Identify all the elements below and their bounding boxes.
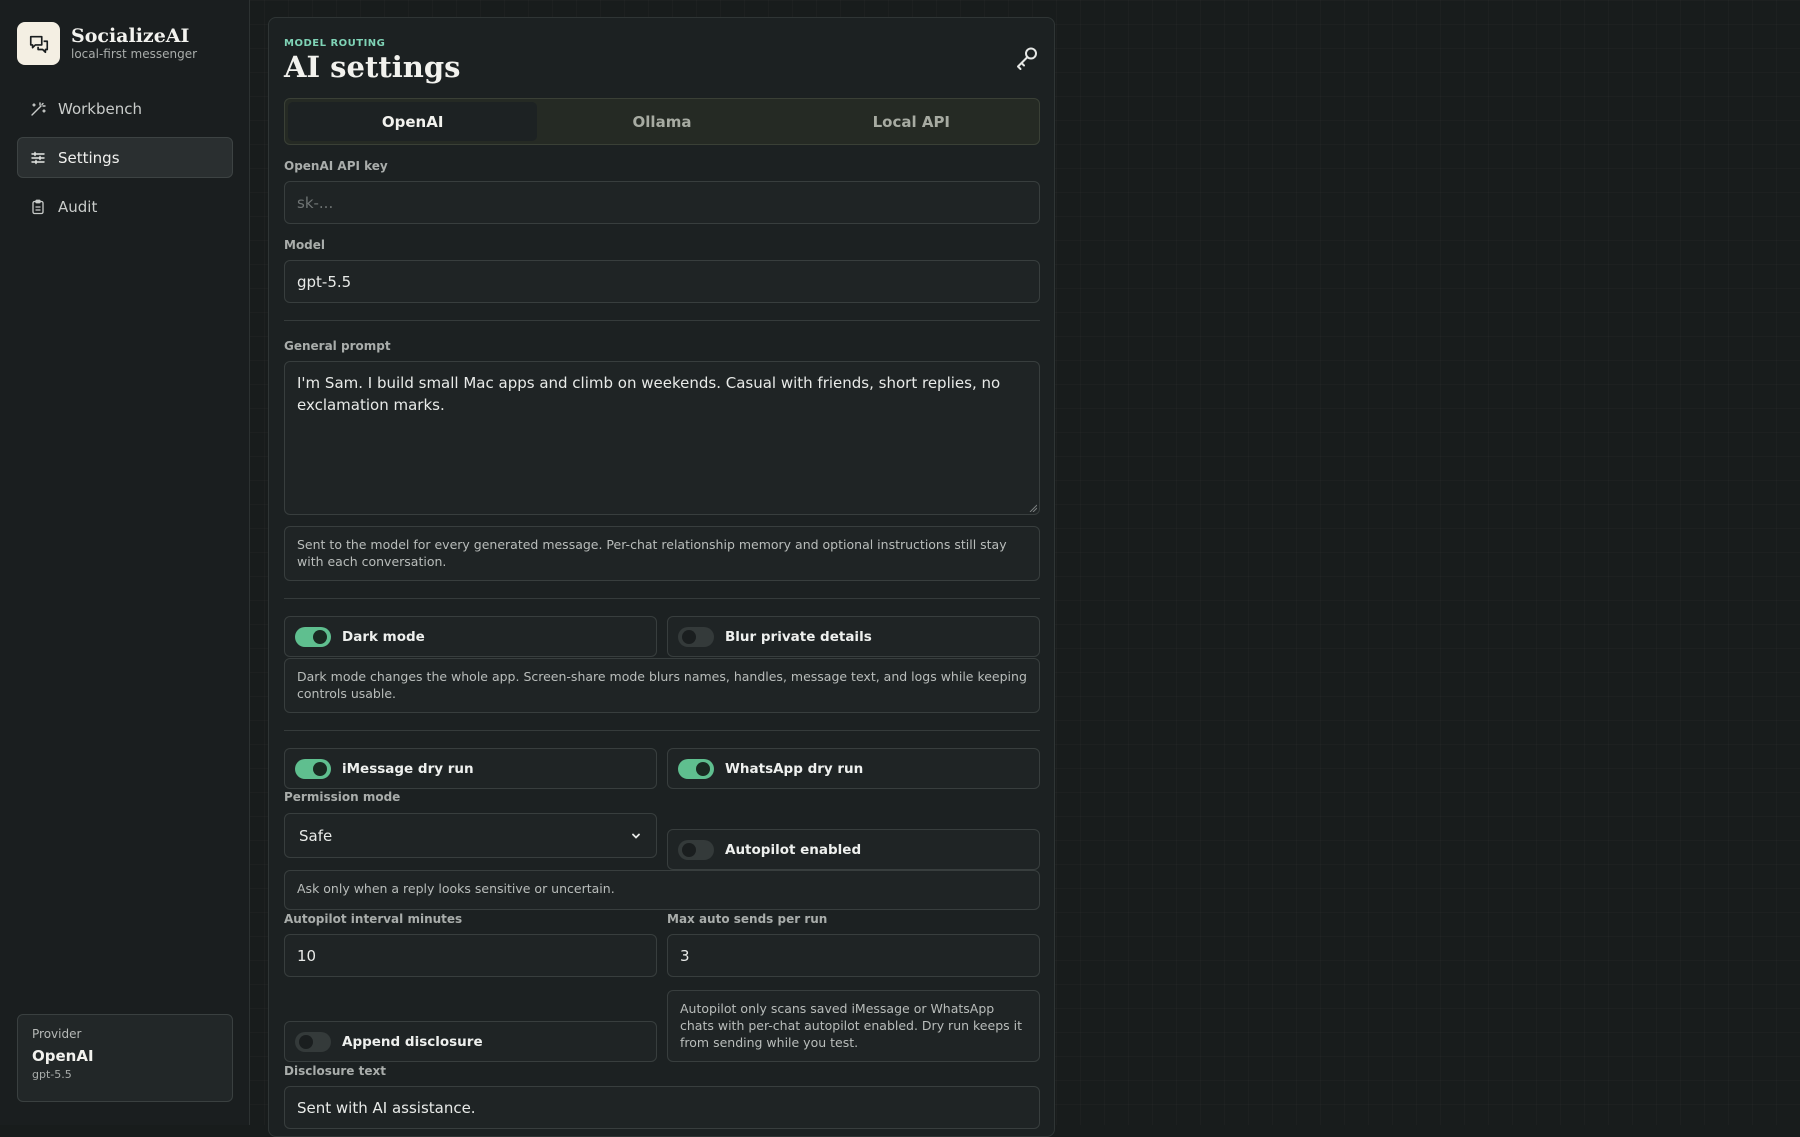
imessage-dry-run-switch[interactable] <box>295 758 331 779</box>
app-name: SocializeAI <box>71 25 190 47</box>
divider <box>284 320 1040 321</box>
brand: SocializeAI local-first messenger <box>17 22 197 65</box>
permission-mode-label: Permission mode <box>284 790 401 804</box>
blur-private-toggle[interactable]: Blur private details <box>667 616 1040 657</box>
dark-mode-label: Dark mode <box>342 628 425 645</box>
blur-private-switch[interactable] <box>678 626 714 647</box>
tab-ollama[interactable]: Ollama <box>537 102 786 141</box>
provider-card: Provider OpenAI gpt-5.5 <box>17 1014 233 1102</box>
dark-mode-toggle[interactable]: Dark mode <box>284 616 657 657</box>
sidebar-item-workbench[interactable]: Workbench <box>17 88 233 129</box>
blur-private-label: Blur private details <box>725 628 872 645</box>
display-note: Dark mode changes the whole app. Screen-… <box>284 658 1040 713</box>
append-disclosure-label: Append disclosure <box>342 1033 483 1050</box>
append-disclosure-switch[interactable] <box>295 1031 331 1052</box>
api-key-label: OpenAI API key <box>284 159 388 173</box>
autopilot-interval-input[interactable]: 10 <box>284 934 657 977</box>
key-icon[interactable] <box>1014 45 1040 71</box>
whatsapp-dry-run-label: WhatsApp dry run <box>725 760 864 777</box>
imessage-dry-run-label: iMessage dry run <box>342 760 474 777</box>
model-label: Model <box>284 238 326 252</box>
model-input[interactable]: gpt-5.5 <box>284 260 1040 303</box>
whatsapp-dry-run-switch[interactable] <box>678 758 714 779</box>
chevron-down-icon <box>632 833 640 839</box>
permission-mode-select[interactable]: Safe <box>284 813 657 858</box>
general-prompt-label: General prompt <box>284 339 391 353</box>
divider <box>284 598 1040 599</box>
disclosure-text-label: Disclosure text <box>284 1064 386 1078</box>
general-prompt-textarea[interactable]: I'm Sam. I build small Mac apps and clim… <box>284 361 1040 515</box>
section-eyebrow: MODEL ROUTING <box>284 38 386 49</box>
tab-openai[interactable]: OpenAI <box>288 102 538 141</box>
max-auto-sends-input[interactable]: 3 <box>667 934 1040 977</box>
tab-local-api[interactable]: Local API <box>787 102 1036 141</box>
disclosure-text-input[interactable]: Sent with AI assistance. <box>284 1086 1040 1129</box>
whatsapp-dry-run-toggle[interactable]: WhatsApp dry run <box>667 748 1040 789</box>
sidebar-item-label: Settings <box>58 148 120 167</box>
autopilot-switch[interactable] <box>678 839 714 860</box>
dark-mode-switch[interactable] <box>295 626 331 647</box>
divider <box>284 730 1040 731</box>
permission-note: Ask only when a reply looks sensitive or… <box>284 870 1040 910</box>
sidebar-nav: Workbench Settings Audit <box>17 88 233 235</box>
autopilot-interval-label: Autopilot interval minutes <box>284 912 463 926</box>
provider-label: Provider <box>32 1027 82 1041</box>
sidebar-item-label: Workbench <box>58 99 142 118</box>
prompt-note: Sent to the model for every generated me… <box>284 526 1040 581</box>
provider-name: OpenAI <box>32 1047 94 1065</box>
ai-settings-panel: MODEL ROUTING AI settings OpenAI Ollama … <box>268 17 1055 1137</box>
autopilot-toggle[interactable]: Autopilot enabled <box>667 829 1040 870</box>
page-title: AI settings <box>284 50 461 84</box>
provider-model: gpt-5.5 <box>32 1068 72 1081</box>
resize-grip-icon[interactable] <box>1029 504 1037 512</box>
clipboard-icon <box>30 199 46 215</box>
provider-tabs: OpenAI Ollama Local API <box>284 98 1040 145</box>
sidebar-item-settings[interactable]: Settings <box>17 137 233 178</box>
chat-bubbles-icon <box>17 22 60 65</box>
append-disclosure-toggle[interactable]: Append disclosure <box>284 1021 657 1062</box>
permission-mode-value: Safe <box>299 826 333 845</box>
sidebar: SocializeAI local-first messenger Workbe… <box>0 0 250 1125</box>
autopilot-note: Autopilot only scans saved iMessage or W… <box>667 990 1040 1062</box>
sidebar-item-audit[interactable]: Audit <box>17 186 233 227</box>
sliders-icon <box>30 150 46 166</box>
api-key-input[interactable]: sk-... <box>284 181 1040 224</box>
app-tagline: local-first messenger <box>71 47 198 61</box>
general-prompt-text: I'm Sam. I build small Mac apps and clim… <box>297 374 1001 414</box>
sidebar-item-label: Audit <box>58 197 98 216</box>
imessage-dry-run-toggle[interactable]: iMessage dry run <box>284 748 657 789</box>
max-auto-sends-label: Max auto sends per run <box>667 912 828 926</box>
autopilot-label: Autopilot enabled <box>725 841 862 858</box>
wand-icon <box>30 101 46 117</box>
